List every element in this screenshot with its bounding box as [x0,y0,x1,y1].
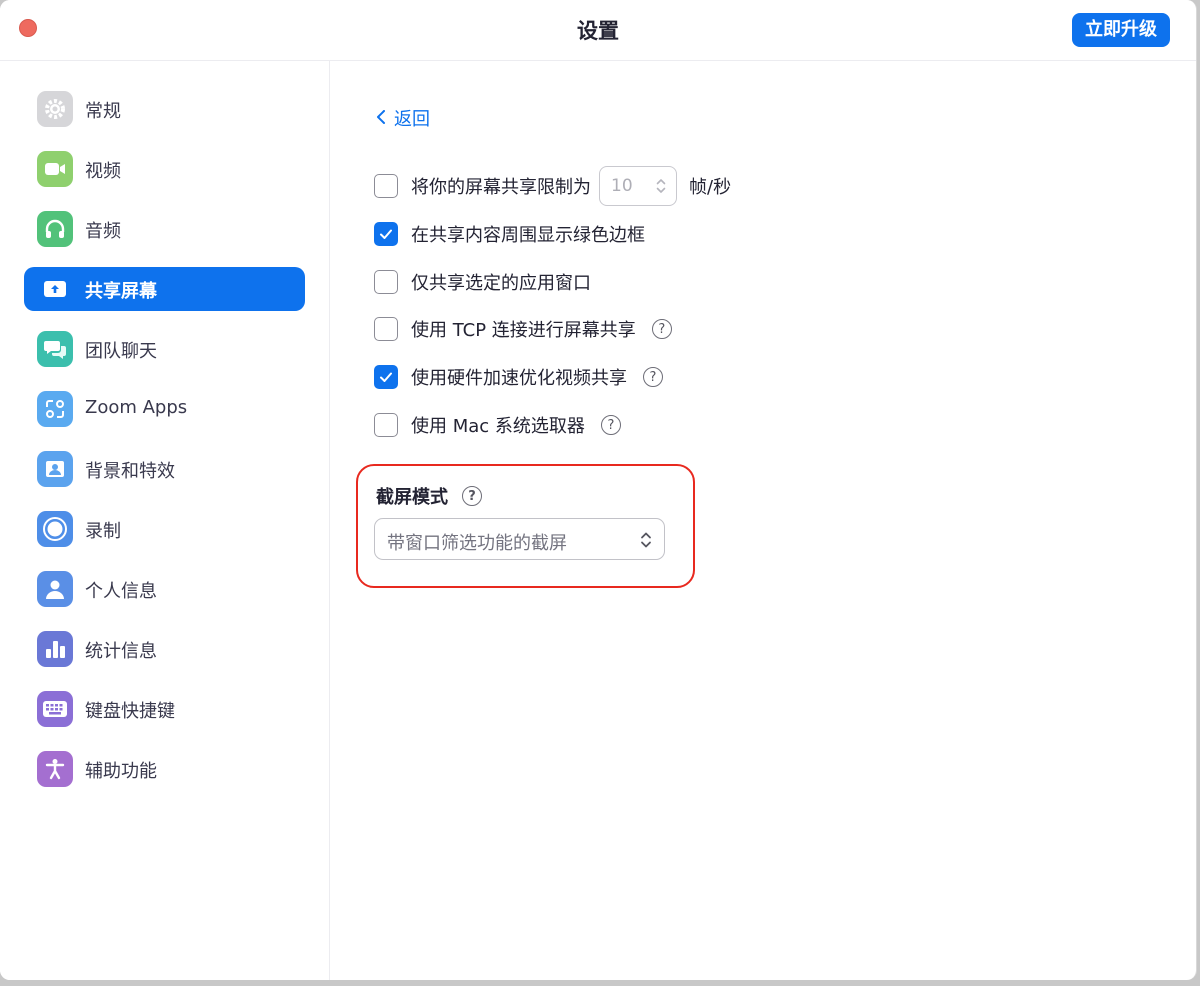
checkmark-icon [380,229,392,239]
limit-frame-rate-checkbox[interactable] [374,174,398,198]
option-mac-picker: 使用 Mac 系统选取器 ? [374,411,621,439]
gear-icon [37,91,73,127]
green-border-checkbox[interactable] [374,222,398,246]
window-title: 设置 [577,19,619,43]
sidebar-item-label: 团队聊天 [85,341,157,362]
option-tcp-connection: 使用 TCP 连接进行屏幕共享 ? [374,315,672,343]
tcp-connection-checkbox[interactable] [374,317,398,341]
updown-arrows-icon [640,530,652,554]
sidebar-item-audio[interactable]: 音频 [24,207,305,251]
updown-arrows-icon [656,177,666,199]
option-label: 在共享内容周围显示绿色边框 [411,225,645,246]
sidebar-item-statistics[interactable]: 统计信息 [24,627,305,671]
screenshot-mode-title: 截屏模式 [376,487,448,508]
profile-icon [37,571,73,607]
selected-app-window-checkbox[interactable] [374,270,398,294]
sidebar-item-recording[interactable]: 录制 [24,507,305,551]
frame-rate-unit: 帧/秒 [689,177,732,198]
sidebar: 常规 视频 音频 共享屏幕 团队聊天 Zoom Apps 背景和特效 录制 个人… [0,61,330,980]
share-screen-icon [37,271,73,307]
option-label: 使用 Mac 系统选取器 [411,416,585,437]
option-label: 使用 TCP 连接进行屏幕共享 [411,320,636,341]
checkmark-icon [380,372,392,382]
video-camera-icon [37,151,73,187]
mac-picker-checkbox[interactable] [374,413,398,437]
record-icon [37,511,73,547]
sidebar-item-label: 辅助功能 [85,761,157,782]
sidebar-item-video[interactable]: 视频 [24,147,305,191]
back-label: 返回 [394,109,430,130]
sidebar-item-team-chat[interactable]: 团队聊天 [24,327,305,371]
sidebar-item-label: 个人信息 [85,581,157,602]
settings-window: 设置 立即升级 常规 视频 音频 共享屏幕 团队聊天 Zoom Apps 背景和… [0,0,1197,980]
statistics-icon [37,631,73,667]
sidebar-item-label: Zoom Apps [85,397,188,418]
help-icon[interactable]: ? [643,367,663,387]
screenshot-mode-select[interactable]: 带窗口筛选功能的截屏 [374,518,665,560]
sidebar-item-label: 背景和特效 [85,461,175,482]
share-screen-settings-panel: 返回 将你的屏幕共享限制为 10 帧/秒 在共享内容周围显示绿色边框 仅共享选定 [330,61,1196,980]
option-limit-frame-rate: 将你的屏幕共享限制为 10 帧/秒 [374,166,732,206]
accessibility-icon [37,751,73,787]
option-hardware-acceleration: 使用硬件加速优化视频共享 ? [374,363,663,391]
sidebar-item-label: 键盘快捷键 [85,701,175,722]
frame-rate-stepper[interactable]: 10 [599,166,677,206]
screenshot-mode-section: 截屏模式 ? [376,483,482,509]
help-icon[interactable]: ? [651,319,672,339]
sidebar-item-general[interactable]: 常规 [24,87,305,131]
sidebar-item-label: 视频 [85,161,121,182]
apps-icon [37,391,73,427]
sidebar-item-profile[interactable]: 个人信息 [24,567,305,611]
chat-icon [37,331,73,367]
keyboard-icon [37,691,73,727]
option-green-border: 在共享内容周围显示绿色边框 [374,220,645,248]
headphones-icon [37,211,73,247]
option-label: 将你的屏幕共享限制为 [411,177,591,198]
help-icon[interactable]: ? [600,415,621,435]
screenshot-mode-value: 带窗口筛选功能的截屏 [387,533,567,554]
sidebar-item-label: 录制 [85,521,121,542]
sidebar-item-share-screen[interactable]: 共享屏幕 [24,267,305,311]
sidebar-item-label: 统计信息 [85,641,157,662]
sidebar-item-label: 共享屏幕 [85,281,157,302]
option-label: 仅共享选定的应用窗口 [411,273,591,294]
sidebar-item-keyboard-shortcuts[interactable]: 键盘快捷键 [24,687,305,731]
frame-rate-value: 10 [611,176,633,196]
option-label: 使用硬件加速优化视频共享 [411,368,627,389]
chevron-left-icon [376,108,386,129]
sidebar-item-background-effects[interactable]: 背景和特效 [24,447,305,491]
hardware-acceleration-checkbox[interactable] [374,365,398,389]
upgrade-button[interactable]: 立即升级 [1072,13,1170,47]
sidebar-item-label: 常规 [85,101,121,122]
back-link[interactable]: 返回 [376,105,430,131]
sidebar-item-label: 音频 [85,221,121,242]
background-icon [37,451,73,487]
sidebar-item-zoom-apps[interactable]: Zoom Apps [24,387,305,431]
title-bar: 设置 立即升级 [0,0,1196,61]
help-icon[interactable]: ? [462,486,482,506]
sidebar-item-accessibility[interactable]: 辅助功能 [24,747,305,791]
option-selected-app-window: 仅共享选定的应用窗口 [374,268,591,296]
